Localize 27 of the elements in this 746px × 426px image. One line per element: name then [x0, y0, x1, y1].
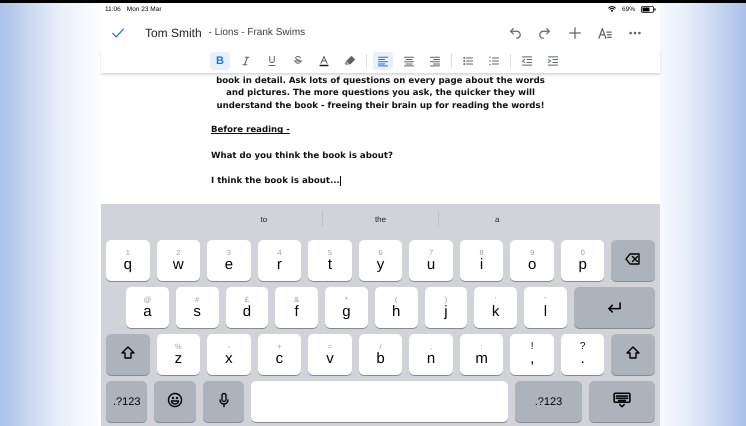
document-paragraph: I think the book is about... — [210, 175, 342, 188]
document-paragraph: understand the book - freeing their brain up for reading the words! — [216, 100, 546, 112]
wifi-icon — [608, 5, 616, 14]
shift-key[interactable] — [106, 334, 150, 375]
word-suggestion[interactable]: to — [206, 214, 322, 224]
numbers-key[interactable]: .?123 — [106, 381, 148, 422]
document-paragraph: What do you think the book is about? — [210, 150, 394, 162]
mic-key[interactable] — [202, 381, 244, 422]
key[interactable]: ! , — [510, 334, 554, 375]
return-icon — [608, 302, 621, 313]
battery-icon — [641, 6, 656, 13]
document-paragraph: book in detail. Ask lots of questions on every page about the words — [215, 74, 546, 88]
bold-button[interactable]: B — [210, 52, 230, 70]
word-suggestion[interactable]: the — [322, 214, 438, 224]
done-check-icon[interactable] — [111, 26, 125, 40]
document-owner: Tom Smith — [145, 26, 202, 40]
dismiss-key[interactable] — [588, 381, 656, 422]
document-title: - Lions - Frank Swims — [207, 27, 306, 38]
document-paragraph: and pictures. The more questions you ask, the quicker they will — [225, 87, 536, 100]
emoji-key[interactable] — [154, 381, 196, 422]
delete-key[interactable] — [611, 240, 656, 281]
key[interactable]: ? . — [560, 334, 604, 375]
align-left-icon[interactable] — [373, 52, 393, 70]
numbers-key[interactable]: .?123 — [515, 381, 582, 422]
word-suggestion[interactable]: a — [439, 214, 556, 224]
section-heading: Before reading - — [210, 124, 291, 137]
shift-key[interactable] — [611, 334, 656, 375]
